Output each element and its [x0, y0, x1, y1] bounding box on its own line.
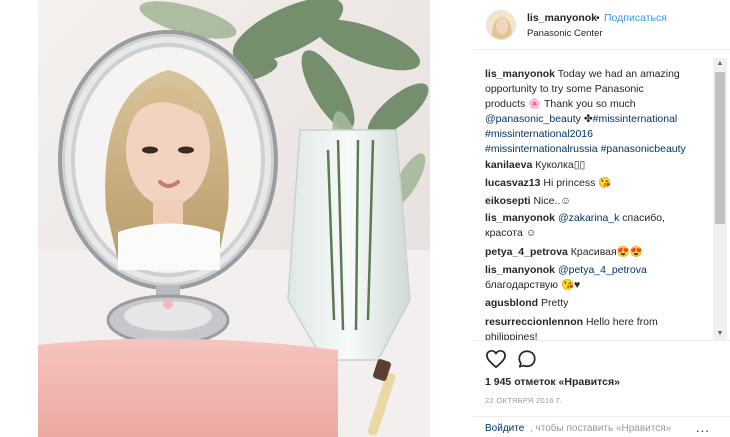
login-link[interactable]: Войдите: [485, 423, 524, 434]
post-header: lis_manyonok • Подписаться Panasonic Cen…: [473, 0, 730, 50]
avatar-image: [487, 11, 515, 39]
comment-text: Hi princess 😘: [540, 177, 612, 189]
post-photo-illustration: [38, 0, 430, 437]
comment-item: resurreccionlennon Hello here from phili…: [485, 315, 713, 340]
separator-dot: •: [596, 12, 600, 24]
comment-text: спасибо,: [619, 212, 665, 224]
hashtag-link[interactable]: #missinternational: [593, 113, 678, 125]
comment-text: Hello here from: [583, 316, 658, 328]
more-options-icon[interactable]: ...: [696, 420, 710, 435]
header-username-link[interactable]: lis_manyonok: [527, 12, 597, 24]
comment-username-link[interactable]: agusblond: [485, 297, 538, 309]
comments-scrollbar[interactable]: ▲ ▼: [713, 58, 727, 340]
comment-text-line2: philippines!: [485, 331, 538, 340]
comment-username-link[interactable]: lucasvaz13: [485, 177, 540, 189]
caption-text-line1: Today we had an amazing: [555, 68, 680, 80]
comment-item: eikosepti Nice..☺: [485, 194, 713, 209]
comment-item: kanilaeva Куколка▯▯: [485, 158, 713, 173]
comment-username-link[interactable]: eikosepti: [485, 195, 531, 207]
comment-icon[interactable]: [517, 349, 537, 369]
comment-text: Красивая😍😍: [567, 246, 643, 258]
hashtag-link[interactable]: #missinternationalrussia: [485, 143, 598, 155]
comment-username-link[interactable]: petya_4_petrova: [485, 246, 568, 258]
comment-item: agusblond Pretty: [485, 296, 713, 311]
comment-username-link[interactable]: kanilaeva: [485, 159, 532, 171]
post-actions: [473, 340, 730, 370]
likes-count[interactable]: 1 945 отметок «Нравится»: [485, 376, 620, 388]
caption-username-link[interactable]: lis_manyonok: [485, 68, 555, 80]
caption-text-line2: opportunity to try some Panasonic: [485, 83, 644, 95]
comment-text: Nice..☺: [530, 195, 572, 207]
hashtag-link[interactable]: #missinternational2016: [485, 127, 713, 142]
comment-item: lis_manyonok @petya_4_petrova благодарст…: [485, 263, 713, 293]
comment-text: Pretty: [538, 297, 569, 309]
login-prompt-text: , чтобы поставить «Нравится»: [530, 423, 672, 434]
comment-text-line2: благодарствую 😘♥: [485, 279, 581, 291]
mention-link[interactable]: @zakarina_k: [558, 212, 619, 224]
comment-item: lucasvaz13 Hi princess 😘: [485, 176, 713, 191]
comment-text-line2: красота ☺: [485, 227, 537, 239]
comment-item: petya_4_petrova Красивая😍😍: [485, 245, 713, 260]
comment-username-link[interactable]: lis_manyonok: [485, 212, 555, 224]
mention-link[interactable]: @panasonic_beauty: [485, 113, 581, 125]
follow-button[interactable]: Подписаться: [604, 12, 667, 24]
caption-text-line4: ✤: [580, 113, 593, 125]
caption-text-line3: products 🌸 Thank you so much: [485, 98, 636, 110]
comment-text: Куколка▯▯: [532, 159, 586, 171]
hashtag-link[interactable]: #panasonicbeauty: [601, 143, 686, 155]
post-date: 22 ОКТЯБРЯ 2016 Г.: [485, 396, 563, 405]
comment-item: lis_manyonok @zakarina_k спасибо, красот…: [485, 211, 713, 241]
post-photo[interactable]: [38, 0, 430, 437]
post-side-panel: lis_manyonok • Подписаться Panasonic Cen…: [473, 0, 730, 437]
heart-icon[interactable]: [485, 349, 507, 369]
scroll-down-arrow-icon[interactable]: ▼: [713, 328, 727, 340]
location-link[interactable]: Panasonic Center: [527, 28, 603, 39]
scrollbar-thumb[interactable]: [715, 72, 725, 224]
scroll-up-arrow-icon[interactable]: ▲: [713, 58, 727, 70]
comment-username-link[interactable]: resurreccionlennon: [485, 316, 583, 328]
login-prompt: Войдите , чтобы поставить «Нравится» ...: [473, 416, 730, 437]
comment-username-link[interactable]: lis_manyonok: [485, 264, 555, 276]
comments-list[interactable]: lis_manyonok Today we had an amazing opp…: [473, 58, 718, 340]
avatar[interactable]: [486, 10, 516, 40]
mention-link[interactable]: @petya_4_petrova: [558, 264, 647, 276]
caption: lis_manyonok Today we had an amazing opp…: [485, 67, 713, 157]
